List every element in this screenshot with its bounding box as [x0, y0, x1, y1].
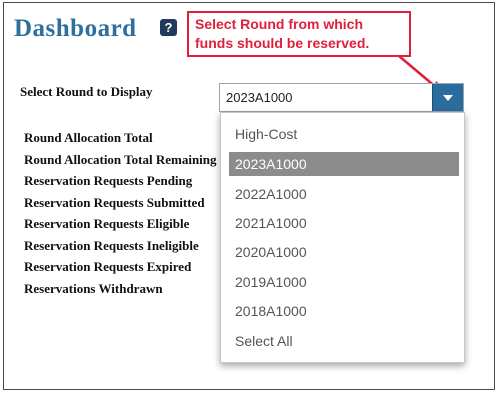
dropdown-option[interactable]: 2019A1000: [229, 270, 459, 294]
round-select[interactable]: 2023A1000: [219, 83, 464, 112]
stat-label: Reservation Requests Ineligible: [24, 237, 199, 253]
help-icon[interactable]: ?: [160, 19, 177, 36]
dropdown-option[interactable]: 2022A1000: [229, 182, 459, 206]
stat-label: Round Allocation Total Remaining: [24, 151, 217, 167]
dropdown-option[interactable]: 2021A1000: [229, 211, 459, 235]
round-dropdown-list: High-Cost 2023A1000 2022A1000 2021A1000 …: [220, 112, 465, 363]
stat-label: Reservation Requests Eligible: [24, 216, 190, 231]
dropdown-option-selected[interactable]: 2023A1000: [229, 152, 459, 176]
dropdown-option[interactable]: 2018A1000: [229, 299, 459, 323]
annotation-callout: Select Round from which funds should be …: [187, 11, 411, 57]
stat-label: Reservation Requests Submitted: [24, 194, 205, 210]
page-title: Dashboard: [14, 15, 137, 42]
dashboard-panel: Dashboard ? Select Round from which fund…: [3, 2, 495, 390]
stats-list: Round Allocation Total Round Allocation …: [24, 127, 224, 299]
round-select-label: Select Round to Display: [20, 84, 153, 99]
round-select-value: 2023A1000: [226, 90, 293, 105]
chevron-down-icon: [443, 95, 453, 101]
dropdown-toggle-button[interactable]: [432, 84, 463, 111]
stat-label: Round Allocation Total: [24, 130, 153, 145]
stat-label: Reservations Withdrawn: [24, 280, 163, 296]
stat-label: Reservation Requests Expired: [24, 259, 192, 274]
dropdown-option[interactable]: 2020A1000: [229, 240, 459, 264]
stat-label: Reservation Requests Pending: [24, 173, 193, 188]
dropdown-option[interactable]: Select All: [229, 329, 459, 353]
dropdown-option[interactable]: High-Cost: [229, 122, 459, 146]
